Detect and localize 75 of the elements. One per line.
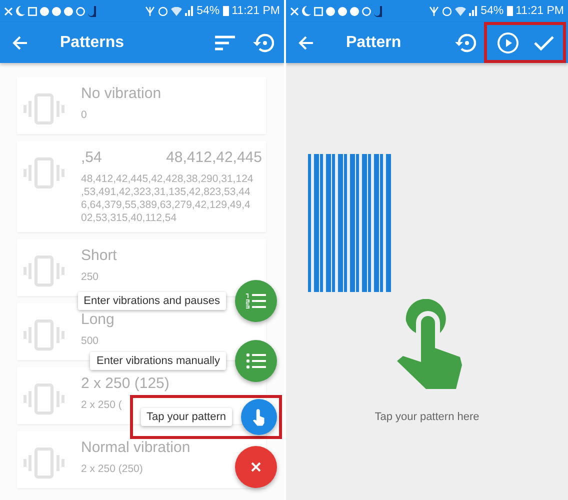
pattern-values: 250 [81,271,99,284]
pattern-title: Short [81,247,117,264]
fab-button[interactable] [241,399,277,435]
save-button[interactable] [525,22,566,63]
pattern-values: 2 x 250 (250) [81,463,143,476]
ring-icon [76,6,85,16]
wifi-icon [454,6,466,16]
fab-label: Tap your pattern [140,408,232,426]
check-icon [534,34,554,50]
battery-icon [222,6,229,16]
cross-icon [4,6,13,16]
battery-percentage: 54% [196,5,220,17]
pattern-title: 48,412,42,445 [166,149,262,166]
close-icon [251,462,261,472]
history-icon [454,32,476,52]
pattern-card[interactable]: ,54 48,412,42,445 48,412,42,445,42,428,38,290,31,124 ,53,491,42,323,31,135,42,823,53,44 6,64,379,55,389,63,279,42,129,49,4 02,53,315,40,112,54 [17,141,266,232]
pattern-values: 6,64,379,55,389,63,279,42,129,49,4 [81,199,250,212]
vibration-icon [23,383,65,415]
app-icon [88,6,96,16]
wifi-icon [170,6,182,16]
circle-icon [40,6,49,16]
screen-title: Pattern [346,34,402,52]
list-icon [246,353,266,369]
play-icon [496,32,518,54]
mute-icon [144,6,155,16]
pattern-values: 02,53,315,40,112,54 [81,212,177,225]
fab-label: Enter vibrations and pauses [78,292,226,310]
history-icon [252,32,274,52]
circle-icon [52,6,61,16]
clock: 11:21 PM [232,5,280,17]
vibration-icon [23,447,65,479]
hand-icon [252,408,266,426]
pattern-title: Long [81,311,114,328]
hint-text: Tap your pattern here [374,411,480,423]
vibration-icon [23,319,65,351]
circle-icon [64,6,73,16]
battery-icon [506,6,513,16]
back-icon [12,36,28,50]
circle-icon [350,6,359,16]
pattern-card[interactable]: No vibration 0 [17,77,266,134]
image-icon [28,6,37,16]
play-button[interactable] [484,22,525,63]
pattern-title: Normal vibration [81,439,190,456]
alarm-icon [442,6,452,16]
pattern-values: 48,412,42,445,42,428,38,290,31,124 [81,173,254,186]
app-icon [374,6,382,16]
mute-icon [428,6,439,16]
pattern-title: No vibration [81,85,162,102]
pattern-values: 500 [81,335,99,348]
fab-label: Enter vibrations manually [90,352,226,370]
vibration-icon [23,157,65,189]
screen-title: Patterns [60,34,124,52]
signal-icon [184,6,194,16]
pattern-title: 2 x 250 (125) [81,375,170,392]
numbered-list-icon [246,293,266,309]
circle-icon [338,6,347,16]
sort-icon [215,34,235,50]
pattern-values: 2 x 250 ( [81,399,122,412]
ring-icon [362,6,371,16]
pattern-card[interactable]: Short 250 [17,239,266,296]
image-icon [314,6,323,16]
pattern-values: 0 [81,109,87,122]
clock: 11:21 PM [516,5,564,17]
moon-icon [16,6,25,16]
signal-icon [468,6,478,16]
moon-icon [302,6,311,16]
vibration-icon [23,93,65,125]
cross-icon [290,6,299,16]
pattern-values: ,53,491,42,323,31,135,42,823,53,44 [81,186,250,199]
alarm-icon [158,6,168,16]
pattern-title: ,54 [81,149,102,166]
back-icon [298,36,314,50]
vibration-icon [23,255,65,287]
circle-icon [326,6,335,16]
battery-percentage: 54% [480,5,504,17]
